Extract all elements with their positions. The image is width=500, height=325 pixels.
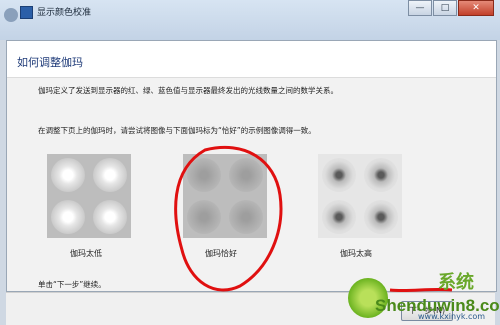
gamma-dot — [322, 200, 356, 234]
back-arrow-icon[interactable] — [4, 8, 18, 22]
gamma-dot — [322, 158, 356, 192]
gamma-too-low-sample — [47, 154, 131, 238]
watermark-url: www.kxinyk.com — [418, 312, 486, 321]
page-heading: 如何调整伽玛 — [17, 56, 83, 69]
gamma-just-right-sample — [183, 154, 267, 238]
gamma-dot — [364, 200, 398, 234]
gamma-description: 伽玛定义了发送到显示器的红、绿、蓝色值与显示器最终发出的光线数量之间的数学关系。 — [38, 86, 338, 95]
title-bar: 显示颜色校准 — □ ✕ — [0, 0, 500, 40]
header-band: 如何调整伽玛 — [7, 41, 496, 78]
gamma-instruction: 在调整下页上的伽玛时，请尝试将图像与下面伽玛标为“恰好”的示例图像调得一致。 — [38, 126, 316, 135]
gamma-just-right-label: 伽玛恰好 — [205, 249, 237, 258]
gamma-too-high-label: 伽玛太高 — [340, 249, 372, 258]
gamma-dot — [187, 200, 221, 234]
content-panel: 如何调整伽玛 伽玛定义了发送到显示器的红、绿、蓝色值与显示器最终发出的光线数量之… — [6, 40, 497, 292]
monitor-icon — [20, 6, 33, 19]
gamma-dot — [187, 158, 221, 192]
minimize-button[interactable]: — — [408, 0, 432, 16]
gamma-too-low-label: 伽玛太低 — [70, 249, 102, 258]
window-controls: — □ ✕ — [407, 0, 494, 16]
gamma-dot — [93, 158, 127, 192]
maximize-button[interactable]: □ — [433, 0, 457, 16]
watermark-chinese: 系统 — [438, 272, 474, 293]
close-button[interactable]: ✕ — [458, 0, 494, 16]
gamma-dot — [229, 158, 263, 192]
gamma-dot — [364, 158, 398, 192]
gamma-dot — [51, 200, 85, 234]
continue-prompt: 单击“下一步”继续。 — [38, 280, 106, 289]
gamma-dot — [93, 200, 127, 234]
window-title: 显示颜色校准 — [37, 8, 92, 18]
gamma-too-high-sample — [318, 154, 402, 238]
gamma-dot — [229, 200, 263, 234]
gamma-dot — [51, 158, 85, 192]
